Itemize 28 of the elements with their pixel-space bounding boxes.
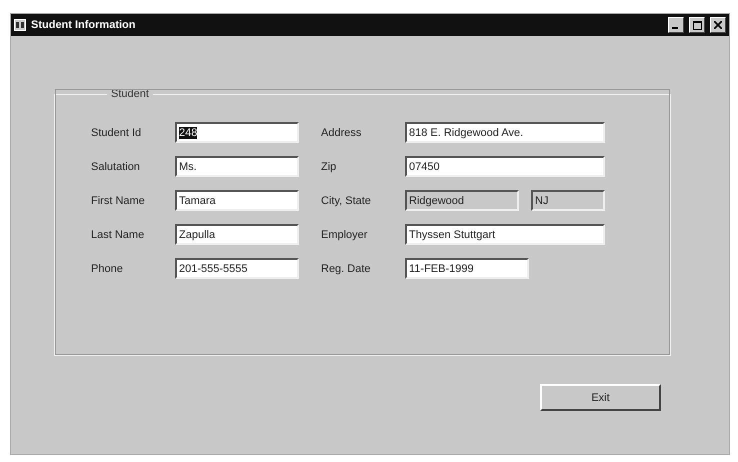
minimize-button[interactable] bbox=[668, 17, 684, 33]
field-label: Salutation bbox=[91, 160, 141, 172]
input-field[interactable]: 201-555-5555 bbox=[175, 258, 299, 279]
field-label: First Name bbox=[91, 194, 146, 206]
field-label: Reg. Date bbox=[321, 262, 372, 274]
field-label: Last Name bbox=[91, 228, 146, 240]
maximize-button[interactable] bbox=[689, 17, 705, 33]
input-field[interactable]: Ms. bbox=[175, 156, 299, 177]
input-field[interactable]: 818 E. Ridgewood Ave. bbox=[405, 122, 605, 143]
window-title: Student Information bbox=[31, 19, 136, 31]
field-label: City, State bbox=[321, 194, 372, 206]
input-field[interactable]: Thyssen Stuttgart bbox=[405, 224, 605, 245]
field-label: Phone bbox=[91, 262, 124, 274]
group-title: Student bbox=[110, 88, 150, 100]
exit-button[interactable]: Exit bbox=[540, 384, 661, 411]
close-button[interactable] bbox=[710, 17, 726, 33]
input-field[interactable]: 248 bbox=[175, 122, 299, 143]
app-icon bbox=[14, 19, 26, 31]
close-icon bbox=[714, 21, 722, 29]
field-label: Zip bbox=[321, 160, 338, 172]
field-label: Address bbox=[321, 126, 362, 138]
field-label: Student Id bbox=[91, 126, 142, 138]
field-label: Employer bbox=[321, 228, 368, 240]
input-field[interactable]: Zapulla bbox=[175, 224, 299, 245]
input-field[interactable]: 11-FEB-1999 bbox=[405, 258, 529, 279]
input-field[interactable]: 07450 bbox=[405, 156, 605, 177]
maximize-icon bbox=[692, 20, 702, 30]
input-field[interactable]: Tamara bbox=[175, 190, 299, 211]
